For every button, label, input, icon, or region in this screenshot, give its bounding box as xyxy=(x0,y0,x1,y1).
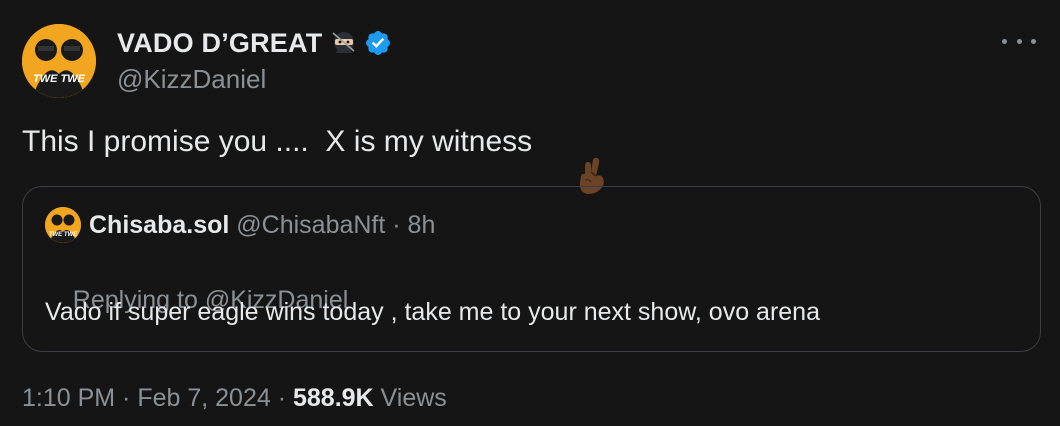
quoted-display-name[interactable]: Chisaba.sol xyxy=(89,211,229,240)
dot xyxy=(1016,38,1022,44)
avatar-image: TWE TWE xyxy=(22,24,96,98)
author-avatar[interactable]: TWE TWE xyxy=(22,24,96,98)
author-display-name[interactable]: VADO D’GREAT xyxy=(117,28,322,59)
avatar-image: TWE TWE xyxy=(45,207,81,243)
tweet-timestamp[interactable]: 1:10 PM · Feb 7, 2024 · xyxy=(22,384,293,413)
views-label: Views xyxy=(373,384,447,412)
more-options-icon[interactable] xyxy=(1002,30,1036,52)
ninja-icon xyxy=(330,29,358,57)
quoted-tweet-card[interactable]: TWE TWE Chisaba.sol @ChisabaNft · 8h Rep… xyxy=(22,186,1041,352)
tweet-text: This I promise you .... X is my witness xyxy=(22,125,533,158)
avatar-logo-text: TWE TWE xyxy=(33,73,86,85)
tweet-body: This I promise you .... X is my witness xyxy=(22,122,605,194)
crossed-fingers-icon xyxy=(542,122,605,194)
verified-badge-icon[interactable] xyxy=(364,29,392,57)
quoted-handle-time[interactable]: @ChisabaNft · 8h xyxy=(229,211,435,240)
dot xyxy=(1002,38,1007,44)
quoted-tweet-text: Vado if super eagle wins today , take me… xyxy=(45,298,820,326)
avatar-logo-text: TWE TWE xyxy=(49,232,78,238)
quoted-header: Chisaba.sol @ChisabaNft · 8h xyxy=(89,211,435,240)
author-name-row: VADO D’GREAT xyxy=(117,26,392,60)
views-count: 588.9K xyxy=(292,384,374,412)
author-handle[interactable]: @KizzDaniel xyxy=(117,64,266,95)
tweet-meta: 1:10 PM · Feb 7, 2024 · 588.9K Views xyxy=(22,384,447,413)
dot xyxy=(1031,38,1036,44)
quoted-author-avatar[interactable]: TWE TWE xyxy=(45,207,81,243)
